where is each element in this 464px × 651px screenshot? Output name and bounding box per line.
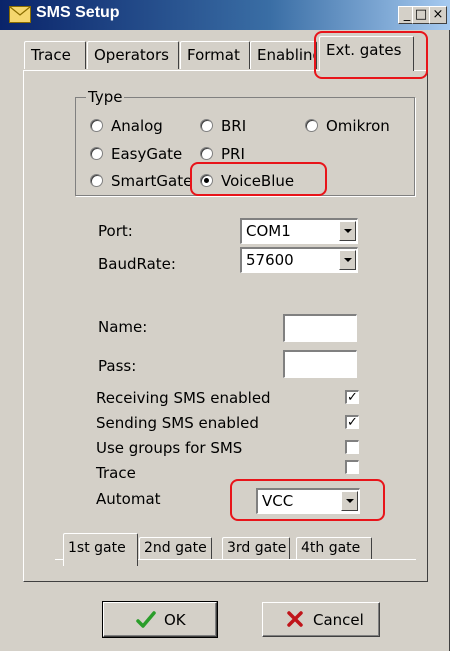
receiving-sms-label: Receiving SMS enabled [96,389,271,407]
pass-field[interactable] [283,350,357,378]
use-groups-checkbox[interactable] [345,440,359,454]
tab-trace[interactable]: Trace [24,41,86,69]
automat-select[interactable]: VCC [256,488,360,514]
radio-pri[interactable]: PRI [200,145,245,163]
window-title: SMS Setup [36,4,120,21]
sms-setup-window: SMS Setup _ □ × Trace Operators Format E… [0,0,450,651]
tab-3rd-gate[interactable]: 3rd gate [222,537,290,560]
radio-omikron-label: Omikron [326,117,390,135]
radio-voiceblue-label: VoiceBlue [221,172,295,190]
envelope-icon [9,6,31,23]
name-field[interactable] [283,314,357,342]
chevron-down-icon[interactable] [339,221,356,241]
port-label: Port: [98,222,133,240]
ok-button[interactable]: OK [102,601,218,638]
radio-omikron[interactable]: Omikron [305,117,390,135]
tab-2nd-gate[interactable]: 2nd gate [139,537,212,560]
port-value: COM1 [246,222,291,240]
radio-analog[interactable]: Analog [90,117,163,135]
receiving-sms-checkbox[interactable]: ✓ [345,390,359,404]
type-group-legend: Type [88,88,123,106]
radio-pri-label: PRI [221,145,245,163]
maximize-button[interactable]: □ [412,6,430,24]
radio-easygate-label: EasyGate [111,145,183,163]
baudrate-label: BaudRate: [98,255,176,273]
trace-checkbox[interactable] [345,460,359,474]
radio-circle [90,147,103,160]
checkmark-icon [136,611,156,628]
sending-sms-checkbox[interactable]: ✓ [345,415,359,429]
x-icon [287,611,303,627]
tab-4th-gate[interactable]: 4th gate [296,537,372,560]
radio-circle-selected [200,174,213,187]
title-bar[interactable]: SMS Setup _ □ × [0,0,450,30]
tab-1st-gate[interactable]: 1st gate [63,533,138,566]
sending-sms-label: Sending SMS enabled [96,414,259,432]
radio-circle [90,174,103,187]
radio-circle [90,119,103,132]
port-select[interactable]: COM1 [240,218,358,244]
chevron-down-icon[interactable] [341,491,358,511]
use-groups-label: Use groups for SMS [96,439,243,457]
cancel-button[interactable]: Cancel [262,602,380,637]
radio-circle [200,119,213,132]
baudrate-select[interactable]: 57600 [240,247,358,273]
pass-label: Pass: [98,357,137,375]
automat-label: Automat [96,490,161,508]
cancel-label: Cancel [313,611,364,629]
radio-circle [200,147,213,160]
chevron-down-icon[interactable] [339,250,356,270]
tab-ext-gates[interactable]: Ext. gates [319,36,414,71]
radio-analog-label: Analog [111,117,163,135]
close-button[interactable]: × [429,6,447,24]
radio-bri-label: BRI [221,117,247,135]
automat-value: VCC [262,492,294,510]
trace-label: Trace [96,464,136,482]
radio-smartgate-label: SmartGate [111,172,193,190]
radio-voiceblue[interactable]: VoiceBlue [200,172,294,190]
radio-smartgate[interactable]: SmartGate [90,172,192,190]
tab-enabling[interactable]: Enabling [250,41,317,69]
baudrate-value: 57600 [246,251,294,269]
ok-label: OK [164,611,186,629]
name-label: Name: [98,318,148,336]
radio-circle [305,119,318,132]
radio-bri[interactable]: BRI [200,117,246,135]
tab-operators[interactable]: Operators [87,41,179,69]
radio-easygate[interactable]: EasyGate [90,145,182,163]
tab-format[interactable]: Format [180,41,250,69]
